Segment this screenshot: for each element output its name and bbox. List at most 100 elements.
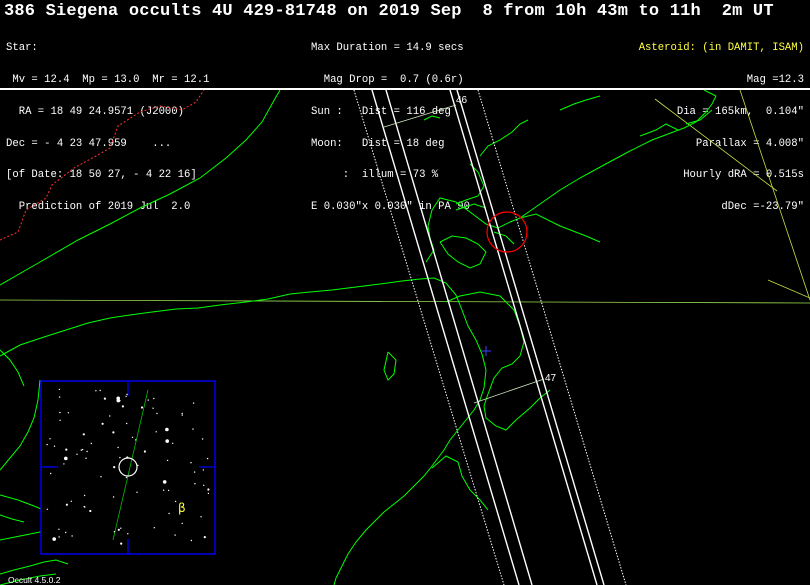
star-finder-chart[interactable]: β — [40, 380, 216, 555]
event-line: Max Duration = 14.9 secs — [311, 42, 464, 55]
field-star — [155, 431, 157, 433]
field-star — [165, 439, 169, 443]
field-star — [58, 536, 60, 538]
field-star — [202, 469, 205, 471]
field-star — [58, 388, 61, 391]
field-star — [203, 536, 206, 539]
field-star — [203, 484, 205, 486]
field-star — [156, 412, 158, 415]
field-star — [65, 503, 68, 506]
field-star — [192, 402, 195, 404]
field-star — [126, 456, 129, 459]
star-line: Mv = 12.4 Mp = 13.0 Mr = 12.1 — [6, 73, 210, 86]
field-star — [59, 411, 61, 414]
field-star — [168, 512, 170, 515]
field-star — [166, 459, 169, 462]
field-star — [125, 395, 127, 398]
field-star — [174, 534, 176, 536]
field-star — [82, 433, 85, 436]
field-star — [135, 439, 137, 441]
field-star — [52, 537, 56, 541]
field-star — [112, 496, 115, 498]
field-star — [113, 466, 116, 469]
field-star — [181, 412, 183, 415]
field-star — [201, 438, 204, 440]
beta-star-label: β — [178, 501, 186, 515]
field-star — [80, 449, 83, 451]
field-star — [162, 489, 165, 491]
field-star — [85, 457, 87, 459]
field-star — [76, 453, 78, 455]
field-star — [152, 407, 154, 409]
field-star — [63, 463, 65, 465]
field-star — [174, 500, 177, 503]
field-star — [190, 462, 192, 464]
field-star — [126, 422, 128, 425]
page-title: 386 Siegena occults 4U 429-81748 on 2019… — [4, 2, 774, 21]
time-tick-line — [383, 104, 457, 128]
field-star — [147, 399, 149, 401]
field-star — [193, 471, 196, 473]
star-line: Star: — [6, 42, 38, 55]
field-star — [207, 488, 210, 491]
field-star — [167, 489, 170, 492]
field-star — [136, 491, 138, 493]
field-star — [58, 528, 60, 530]
path-time-label-top: 46 — [456, 95, 468, 106]
path-edge — [449, 90, 598, 585]
field-star — [181, 414, 183, 416]
field-star — [120, 542, 123, 545]
field-star — [70, 500, 73, 502]
field-star — [103, 397, 106, 400]
field-star — [99, 389, 101, 392]
field-star — [100, 476, 102, 478]
field-star — [207, 492, 210, 495]
latitude-grid-line — [0, 299, 810, 304]
field-star — [49, 438, 51, 440]
asteroid-header: Asteroid: (in DAMIT, ISAM) — [638, 42, 804, 55]
field-star — [126, 393, 128, 396]
field-star — [58, 396, 61, 398]
occultation-map-window: 386 Siegena occults 4U 429-81748 on 2019… — [0, 0, 810, 585]
field-star — [143, 450, 146, 453]
occultation-map[interactable]: 46 47 β — [0, 90, 810, 585]
field-star — [113, 531, 116, 533]
field-star — [127, 533, 129, 535]
field-star — [140, 406, 144, 409]
site-marker[interactable] — [486, 211, 528, 253]
field-star — [83, 494, 86, 497]
field-star — [206, 457, 209, 460]
field-star — [137, 464, 139, 467]
field-star — [119, 456, 121, 459]
field-star — [64, 456, 68, 461]
field-star — [90, 442, 93, 445]
map-limit-line — [767, 279, 810, 299]
field-star — [120, 527, 122, 529]
field-star — [46, 508, 49, 510]
field-star — [131, 436, 134, 438]
field-star — [165, 427, 169, 432]
field-star — [83, 505, 85, 508]
outer-path-limit — [477, 90, 627, 585]
field-star — [117, 528, 120, 531]
field-star — [181, 522, 183, 525]
software-version: Occult 4.5.0.2 — [8, 575, 61, 585]
map-limit-line — [739, 90, 810, 301]
field-star — [121, 405, 124, 408]
field-star — [46, 443, 48, 446]
field-star — [200, 516, 202, 518]
path-edge — [371, 90, 520, 585]
asteroid-line: Mag =12.3 — [746, 73, 804, 86]
field-star — [65, 448, 68, 451]
field-star — [59, 419, 61, 421]
field-star — [50, 472, 52, 475]
field-star — [112, 431, 115, 434]
field-star — [71, 535, 73, 537]
field-star — [153, 397, 155, 400]
field-star — [117, 446, 119, 449]
field-star — [162, 480, 167, 484]
border-line — [0, 90, 205, 241]
field-star — [116, 396, 120, 401]
central-line — [456, 90, 605, 585]
field-star — [67, 412, 70, 414]
